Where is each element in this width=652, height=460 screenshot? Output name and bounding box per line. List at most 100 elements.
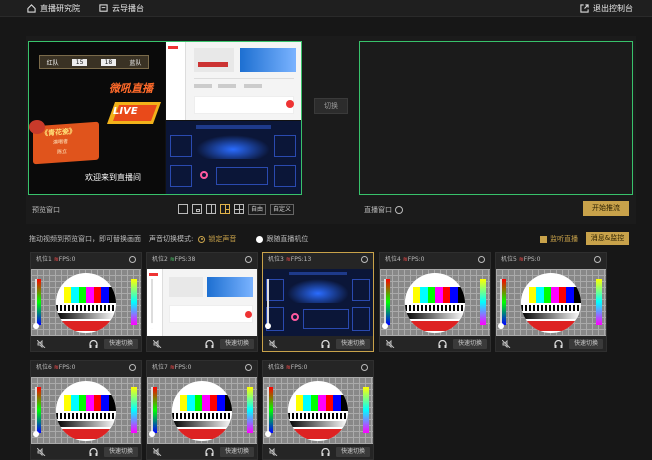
headphone-icon[interactable] <box>205 340 214 348</box>
layout-split-3-button[interactable] <box>220 204 230 214</box>
gear-icon[interactable] <box>361 256 368 263</box>
quick-switch-button[interactable]: 快速切换 <box>220 339 254 349</box>
camera-feed <box>31 269 141 336</box>
headphone-icon[interactable] <box>89 340 98 348</box>
mute-icon[interactable] <box>37 340 46 348</box>
volume-slider[interactable] <box>31 279 41 329</box>
settings-icon[interactable] <box>395 206 403 214</box>
score-left: 15 <box>71 58 88 66</box>
flower-decoration <box>29 120 45 134</box>
monitor-icon <box>99 4 108 12</box>
camera-feed <box>380 269 490 336</box>
mute-icon[interactable] <box>153 340 162 348</box>
volume-slider[interactable] <box>147 279 157 329</box>
message-monitor-button[interactable]: 消息&监控 <box>586 232 629 245</box>
camera-fps: FPS:0 <box>58 364 76 371</box>
gear-icon[interactable] <box>129 364 136 371</box>
gear-icon[interactable] <box>594 256 601 263</box>
mute-icon[interactable] <box>386 340 395 348</box>
audio-mode-label: 声音切换模式: <box>149 235 194 243</box>
nav-live-institute[interactable]: 直播研究院 <box>27 3 80 14</box>
volume-slider[interactable] <box>263 387 273 437</box>
camera-header: 机位8 ≋FPS:0 <box>263 361 373 375</box>
camera-name: 机位6 <box>36 364 52 371</box>
quick-switch-button[interactable]: 快速切换 <box>220 447 254 457</box>
volume-slider[interactable] <box>31 387 41 437</box>
camera-fps: FPS:0 <box>523 256 541 263</box>
option-follow-live[interactable]: 跟随直播机位 <box>256 234 308 244</box>
camera-tile[interactable]: 机位7 ≋FPS:0 快速切换 <box>146 360 258 460</box>
preview-window[interactable]: 红队 15 18 蓝队 微吼直播 LIVE 《青花瓷》 演唱者 陈立 欢迎来到直… <box>28 41 302 195</box>
start-stream-button[interactable]: 开始推流 <box>583 201 629 216</box>
quick-switch-button[interactable]: 快速切换 <box>569 339 603 349</box>
camera-feed <box>263 269 373 336</box>
camera-name: 机位4 <box>385 256 401 263</box>
preview-web-feed <box>166 42 301 120</box>
camera-fps: FPS:38 <box>174 256 196 263</box>
option-lock-audio[interactable]: 锁定声音 <box>198 234 236 244</box>
scroll-title: 《青花瓷》 <box>41 127 76 138</box>
camera-name: 机位1 <box>36 256 52 263</box>
layout-grid-4-button[interactable] <box>234 204 244 214</box>
headphone-icon[interactable] <box>321 340 330 348</box>
nav-label: 云导播台 <box>112 4 144 13</box>
camera-tile[interactable]: 机位1 ≋FPS:0 快速切换 <box>30 252 142 352</box>
switch-button[interactable]: 切换 <box>314 98 348 114</box>
gear-icon[interactable] <box>129 256 136 263</box>
monitor-live-checkbox[interactable]: 监听直播 <box>540 234 578 244</box>
headphone-icon[interactable] <box>554 340 563 348</box>
camera-fps: FPS:0 <box>290 364 308 371</box>
scroll-line2: 陈立 <box>57 148 68 156</box>
volume-slider[interactable] <box>380 279 390 329</box>
camera-footer: 快速切换 <box>496 337 606 351</box>
camera-footer: 快速切换 <box>31 445 141 459</box>
live-window-label-row: 直播窗口 <box>364 205 403 215</box>
volume-slider[interactable] <box>147 387 157 437</box>
volume-slider[interactable] <box>263 279 273 329</box>
camera-fps: FPS:0 <box>58 256 76 263</box>
quick-switch-button[interactable]: 快速切换 <box>104 447 138 457</box>
gear-icon[interactable] <box>361 364 368 371</box>
camera-header: 机位5 ≋FPS:0 <box>496 253 606 267</box>
camera-tile[interactable]: 机位5 ≋FPS:0 快速切换 <box>495 252 607 352</box>
gear-icon[interactable] <box>245 256 252 263</box>
quick-switch-button[interactable]: 快速切换 <box>336 339 370 349</box>
gear-icon[interactable] <box>245 364 252 371</box>
gear-icon[interactable] <box>478 256 485 263</box>
top-bar: 直播研究院 云导播台 退出控制台 <box>0 0 652 17</box>
camera-name: 机位2 <box>152 256 168 263</box>
volume-slider[interactable] <box>496 279 506 329</box>
layout-pip-button[interactable] <box>192 204 202 214</box>
camera-name: 机位8 <box>268 364 284 371</box>
mute-icon[interactable] <box>37 448 46 456</box>
quick-switch-button[interactable]: 快速切换 <box>104 339 138 349</box>
headphone-icon[interactable] <box>321 448 330 456</box>
layout-custom-button[interactable]: 自定义 <box>270 204 295 215</box>
camera-tile[interactable]: 机位6 ≋FPS:0 快速切换 <box>30 360 142 460</box>
quick-switch-button[interactable]: 快速切换 <box>453 339 487 349</box>
live-window-label: 直播窗口 <box>364 206 392 214</box>
mute-icon[interactable] <box>153 448 162 456</box>
mute-icon[interactable] <box>269 448 278 456</box>
camera-tile[interactable]: 机位2 ≋FPS:38 快速切换 <box>146 252 258 352</box>
headphone-icon[interactable] <box>438 340 447 348</box>
camera-footer: 快速切换 <box>147 337 257 351</box>
quick-switch-button[interactable]: 快速切换 <box>336 447 370 457</box>
camera-footer: 快速切换 <box>263 337 373 351</box>
exit-console-button[interactable]: 退出控制台 <box>580 3 633 14</box>
nav-cloud-director[interactable]: 云导播台 <box>99 3 144 14</box>
layout-free-button[interactable]: 自由 <box>248 204 267 215</box>
camera-tile[interactable]: 机位8 ≋FPS:0 快速切换 <box>262 360 374 460</box>
headphone-icon[interactable] <box>89 448 98 456</box>
layout-single-button[interactable] <box>178 204 188 214</box>
home-icon <box>27 4 36 13</box>
layout-split-2-button[interactable] <box>206 204 216 214</box>
mute-icon[interactable] <box>269 340 278 348</box>
live-badge-text: LIVE <box>113 106 138 117</box>
camera-tile[interactable]: 机位3 ≋FPS:13 快速切换 <box>262 252 374 352</box>
headphone-icon[interactable] <box>205 448 214 456</box>
camera-tile[interactable]: 机位4 ≋FPS:0 快速切换 <box>379 252 491 352</box>
preview-dashboard-feed <box>166 121 301 194</box>
mute-icon[interactable] <box>502 340 511 348</box>
camera-fps: FPS:0 <box>174 364 192 371</box>
